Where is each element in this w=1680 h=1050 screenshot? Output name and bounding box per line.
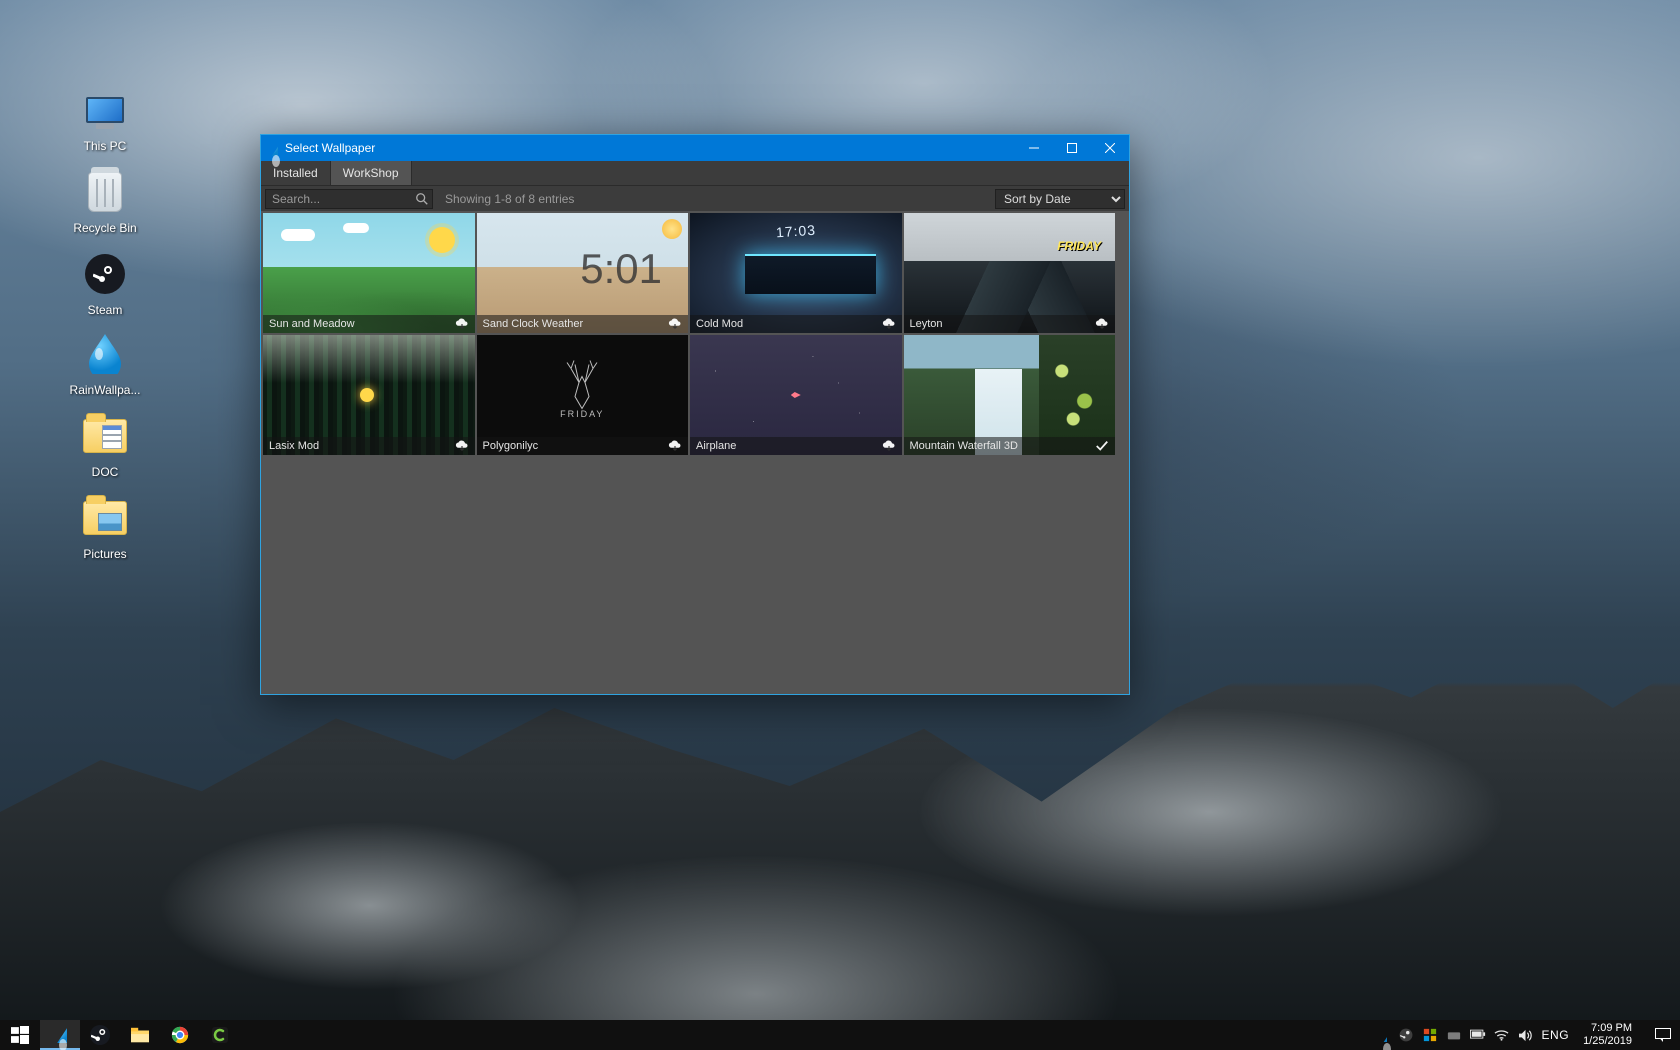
desktop-icon-pictures[interactable]: Pictures (60, 494, 150, 562)
maximize-button[interactable] (1053, 135, 1091, 161)
windows-icon (11, 1026, 29, 1044)
card-label: Polygonilyc (483, 440, 539, 452)
wallpaper-card-sun-and-meadow[interactable]: Sun and Meadow (263, 213, 475, 333)
card-bar: Polygonilyc (477, 437, 689, 455)
toolbar: Showing 1-8 of 8 entries Sort by Date (261, 186, 1129, 211)
chrome-icon (171, 1026, 189, 1044)
wallpaper-card-leyton[interactable]: Leyton (904, 213, 1116, 333)
desktop-icon-label: RainWallpa... (60, 382, 150, 398)
card-bar: Sun and Meadow (263, 315, 475, 333)
card-bar: Cold Mod (690, 315, 902, 333)
search-input[interactable] (265, 189, 433, 209)
tray-rainwallpaper-icon[interactable] (1374, 1027, 1390, 1043)
card-label: Cold Mod (696, 318, 743, 330)
folder-doc-icon (81, 412, 129, 460)
app-icon (261, 141, 283, 156)
action-center-icon (1655, 1028, 1671, 1042)
steam-icon (81, 250, 129, 298)
desktop-icon-label: Pictures (60, 546, 150, 562)
window-title: Select Wallpaper (283, 141, 1015, 155)
cloud-download-icon[interactable] (668, 439, 682, 453)
file-explorer-icon (131, 1026, 149, 1044)
wallpaper-grid[interactable]: Sun and Meadow Sand Clock Weather Cold M… (261, 211, 1129, 694)
tray-wifi-icon[interactable] (1494, 1027, 1510, 1043)
results-status: Showing 1-8 of 8 entries (439, 192, 989, 206)
card-label: Sun and Meadow (269, 318, 355, 330)
cloud-download-icon[interactable] (668, 317, 682, 331)
select-wallpaper-window[interactable]: Select Wallpaper Installed WorkShop Show… (260, 134, 1130, 695)
taskbar-camtasia[interactable] (200, 1020, 240, 1050)
search-icon (415, 192, 429, 206)
desktop-icon-this-pc[interactable]: This PC (60, 86, 150, 154)
wallpaper-card-mountain-waterfall-3d[interactable]: Mountain Waterfall 3D (904, 335, 1116, 455)
desktop-icon-label: DOC (60, 464, 150, 480)
taskbar-file-explorer[interactable] (120, 1020, 160, 1050)
tray-steam-icon[interactable] (1398, 1027, 1414, 1043)
taskbar-chrome[interactable] (160, 1020, 200, 1050)
tray-security-icon[interactable] (1422, 1027, 1438, 1043)
close-button[interactable] (1091, 135, 1129, 161)
desktop-icon-recycle-bin[interactable]: Recycle Bin (60, 168, 150, 236)
card-label: Leyton (910, 318, 943, 330)
action-center-button[interactable] (1646, 1020, 1680, 1050)
titlebar[interactable]: Select Wallpaper (261, 135, 1129, 161)
system-tray[interactable]: ENG 7:09 PM 1/25/2019 (1366, 1020, 1646, 1050)
steam-icon (90, 1025, 110, 1045)
drop-icon (53, 1025, 67, 1043)
cloud-download-icon[interactable] (1095, 317, 1109, 331)
desktop-icon-doc[interactable]: DOC (60, 412, 150, 480)
this-pc-icon (81, 86, 129, 134)
cloud-download-icon[interactable] (882, 439, 896, 453)
card-label: Airplane (696, 440, 736, 452)
check-icon (1095, 439, 1109, 453)
cloud-download-icon[interactable] (455, 317, 469, 331)
tray-gpu-icon[interactable] (1446, 1027, 1462, 1043)
tab-installed[interactable]: Installed (261, 161, 331, 185)
deer-shape (547, 357, 617, 427)
rainwallpaper-icon (81, 330, 129, 378)
wallpaper-card-cold-mod[interactable]: Cold Mod (690, 213, 902, 333)
search-box[interactable] (265, 189, 433, 209)
tabs: Installed WorkShop (261, 161, 1129, 186)
cloud-download-icon[interactable] (455, 439, 469, 453)
tray-battery-icon[interactable] (1470, 1027, 1486, 1043)
taskbar-steam[interactable] (80, 1020, 120, 1050)
tray-time: 7:09 PM (1583, 1022, 1632, 1035)
tray-clock[interactable]: 7:09 PM 1/25/2019 (1577, 1020, 1638, 1050)
wallpaper-card-lasix-mod[interactable]: Lasix Mod (263, 335, 475, 455)
desktop-icon-label: Steam (60, 302, 150, 318)
camtasia-icon (211, 1026, 229, 1044)
cloud-download-icon[interactable] (882, 317, 896, 331)
card-bar: Sand Clock Weather (477, 315, 689, 333)
desktop-icon-label: This PC (60, 138, 150, 154)
card-bar: Lasix Mod (263, 437, 475, 455)
tray-volume-icon[interactable] (1518, 1027, 1534, 1043)
card-bar: Mountain Waterfall 3D (904, 437, 1116, 455)
tray-date: 1/25/2019 (1583, 1035, 1632, 1048)
taskbar-rainwallpaper[interactable] (40, 1020, 80, 1050)
desktop-icon-steam[interactable]: Steam (60, 250, 150, 318)
desktop-icon-rainwallpaper[interactable]: RainWallpa... (60, 330, 150, 398)
card-label: Sand Clock Weather (483, 318, 584, 330)
desktop-icon-label: Recycle Bin (60, 220, 150, 236)
wallpaper-card-airplane[interactable]: Airplane (690, 335, 902, 455)
wallpaper-card-sand-clock-weather[interactable]: Sand Clock Weather (477, 213, 689, 333)
card-bar: Leyton (904, 315, 1116, 333)
wallpaper-card-polygonilyc[interactable]: Polygonilyc (477, 335, 689, 455)
tray-language[interactable]: ENG (1542, 1028, 1570, 1042)
sort-select[interactable]: Sort by Date (995, 189, 1125, 209)
card-label: Mountain Waterfall 3D (910, 440, 1018, 452)
card-bar: Airplane (690, 437, 902, 455)
taskbar[interactable]: ENG 7:09 PM 1/25/2019 (0, 1020, 1680, 1050)
start-button[interactable] (0, 1020, 40, 1050)
minimize-button[interactable] (1015, 135, 1053, 161)
folder-pictures-icon (81, 494, 129, 542)
tab-workshop[interactable]: WorkShop (331, 161, 412, 185)
card-label: Lasix Mod (269, 440, 319, 452)
recycle-bin-icon (81, 168, 129, 216)
